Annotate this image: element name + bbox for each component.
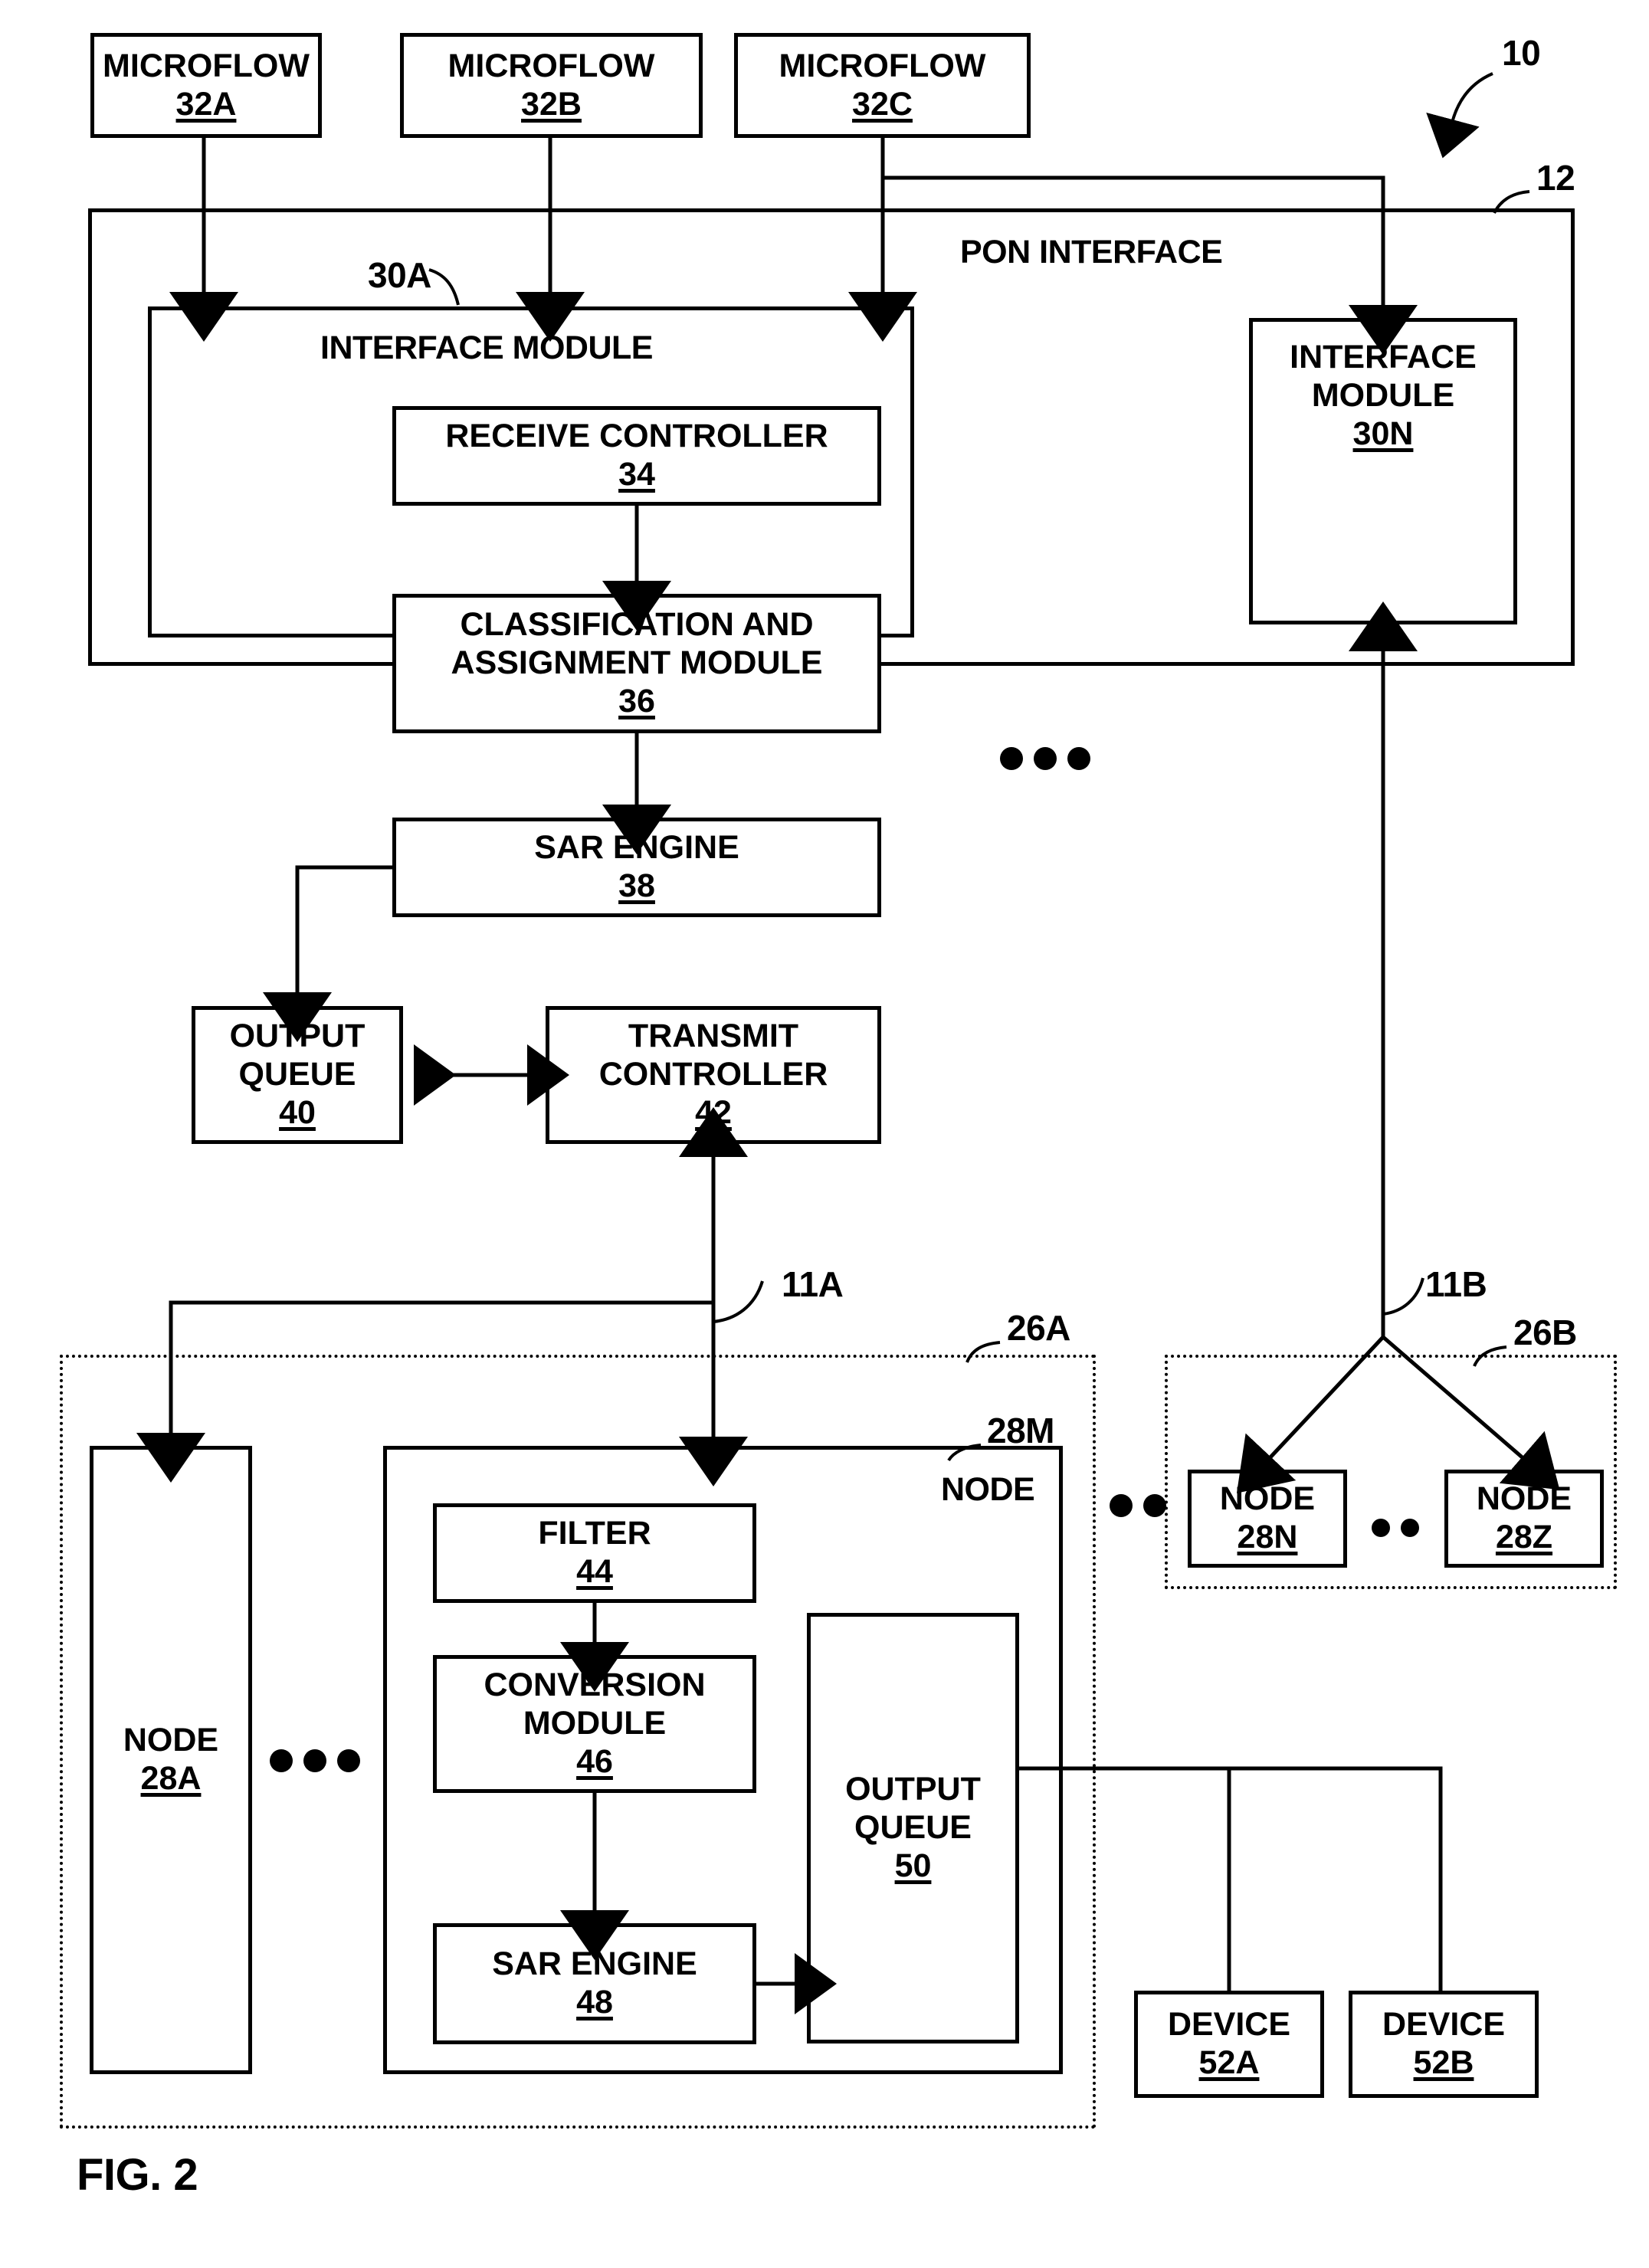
node-28n-box: NODE 28N	[1188, 1470, 1347, 1568]
device-52a-title: DEVICE	[1167, 2006, 1291, 2043]
conversion-module-46-ref: 46	[576, 1742, 613, 1780]
output-queue-40-box: OUTPUT QUEUE 40	[192, 1006, 403, 1144]
ref-label-28m: 28M	[987, 1411, 1054, 1450]
sar-engine-38-box: SAR ENGINE 38	[392, 818, 881, 917]
leader-10	[1426, 72, 1493, 159]
output-queue-50-box: OUTPUT QUEUE 50	[807, 1613, 1019, 2043]
receive-controller-title: RECEIVE CONTROLLER	[445, 418, 828, 455]
device-52b-title: DEVICE	[1382, 2006, 1506, 2043]
node-28z-box: NODE 28Z	[1444, 1470, 1604, 1568]
ellipsis-dot	[1067, 747, 1090, 770]
output-queue-50-title: OUTPUT QUEUE	[845, 1771, 981, 1847]
node-28z-ref: 28Z	[1495, 1519, 1553, 1555]
device-52b-box: DEVICE 52B	[1349, 1991, 1539, 2098]
leader-11b	[1382, 1277, 1424, 1316]
node-28z-title: NODE	[1476, 1480, 1572, 1518]
output-queue-40-title: OUTPUT QUEUE	[229, 1018, 366, 1093]
output-queue-40-ref: 40	[279, 1093, 316, 1131]
ref-label-26b: 26B	[1513, 1313, 1577, 1352]
microflow-32a: MICROFLOW 32A	[90, 33, 322, 138]
interface-module-30n-ref: 30N	[1352, 415, 1414, 452]
microflow-32b: MICROFLOW 32B	[400, 33, 703, 138]
transmit-controller-42-ref: 42	[695, 1093, 732, 1131]
ellipsis-dot	[303, 1749, 326, 1772]
ellipsis-dot	[1401, 1519, 1419, 1537]
classification-assignment-module-ref: 36	[618, 682, 655, 719]
ellipsis-dot	[337, 1749, 360, 1772]
ref-label-26a: 26A	[1007, 1308, 1070, 1348]
node-group-outer-ellipsis	[1110, 1494, 1166, 1517]
patent-figure-2: MICROFLOW MICROFLOW MICROFLOW PON INTERF…	[0, 0, 1649, 2268]
microflow-32b-ref: 32B	[521, 85, 582, 123]
ref-label-10: 10	[1502, 33, 1541, 73]
leader-11a	[713, 1280, 764, 1323]
node-group-a-ellipsis	[270, 1749, 360, 1772]
pon-interface-title: PON INTERFACE	[960, 234, 1223, 270]
interface-module-30n-title-line1: INTERFACE	[1290, 339, 1477, 375]
figure-label: FIG. 2	[77, 2150, 198, 2200]
receive-controller-box: RECEIVE CONTROLLER 34	[392, 406, 881, 506]
interface-module-30a-title: INTERFACE MODULE	[320, 329, 653, 366]
ref-label-30a: 30A	[368, 255, 431, 295]
microflow-32a-ref: 32A	[175, 85, 237, 123]
node-28n-ref: 28N	[1237, 1519, 1298, 1555]
ellipsis-dot	[270, 1749, 293, 1772]
microflow-32c-ref: 32C	[852, 85, 913, 123]
output-queue-50-ref: 50	[894, 1847, 932, 1884]
node-28a-box: NODE 28A	[90, 1446, 252, 2074]
filter-44-title: FILTER	[538, 1515, 651, 1552]
conversion-module-46-title: CONVERSION MODULE	[484, 1667, 706, 1742]
node-28a-title: NODE	[123, 1722, 219, 1759]
receive-controller-ref: 34	[618, 456, 655, 493]
filter-44-box: FILTER 44	[433, 1503, 756, 1603]
interface-module-30n-box: INTERFACE MODULE 30N	[1249, 318, 1517, 624]
classification-assignment-module-box: CLASSIFICATION AND ASSIGNMENT MODULE 36	[392, 594, 881, 733]
sar-engine-48-ref: 48	[576, 1984, 613, 2021]
interface-module-ellipsis	[1000, 747, 1090, 770]
interface-module-30n-title-line2: MODULE	[1311, 376, 1455, 414]
sar-engine-38-ref: 38	[618, 867, 655, 904]
ellipsis-dot	[1372, 1519, 1390, 1537]
ellipsis-dot	[1143, 1494, 1166, 1517]
ref-label-12: 12	[1536, 158, 1575, 198]
sar-engine-48-title: SAR ENGINE	[492, 1945, 697, 1983]
ellipsis-dot	[1034, 747, 1057, 770]
ellipsis-dot	[1110, 1494, 1133, 1517]
ellipsis-dot	[1000, 747, 1023, 770]
microflow-32a-title: MICROFLOW	[103, 47, 310, 84]
microflow-32c-title: MICROFLOW	[779, 47, 986, 84]
filter-44-ref: 44	[576, 1553, 613, 1590]
node-28m-title: NODE	[941, 1471, 1035, 1508]
node-28a-ref: 28A	[140, 1760, 202, 1797]
ref-label-11b: 11B	[1425, 1264, 1487, 1304]
arrow-38-to-40	[263, 865, 392, 1042]
microflow-32b-title: MICROFLOW	[447, 47, 655, 84]
conversion-module-46-box: CONVERSION MODULE 46	[433, 1655, 756, 1793]
node-28n-title: NODE	[1219, 1480, 1316, 1518]
sar-engine-48-box: SAR ENGINE 48	[433, 1923, 756, 2044]
device-52a-ref: 52A	[1198, 2044, 1260, 2081]
node-group-b-ellipsis	[1372, 1519, 1419, 1537]
ref-label-11a: 11A	[782, 1264, 844, 1304]
microflow-32c: MICROFLOW 32C	[734, 33, 1031, 138]
classification-assignment-module-title: CLASSIFICATION AND ASSIGNMENT MODULE	[451, 606, 823, 682]
transmit-controller-42-box: TRANSMIT CONTROLLER 42	[546, 1006, 881, 1144]
device-52a-box: DEVICE 52A	[1134, 1991, 1324, 2098]
sar-engine-38-title: SAR ENGINE	[534, 829, 739, 867]
device-52b-ref: 52B	[1413, 2044, 1474, 2081]
transmit-controller-42-title: TRANSMIT CONTROLLER	[598, 1018, 828, 1093]
